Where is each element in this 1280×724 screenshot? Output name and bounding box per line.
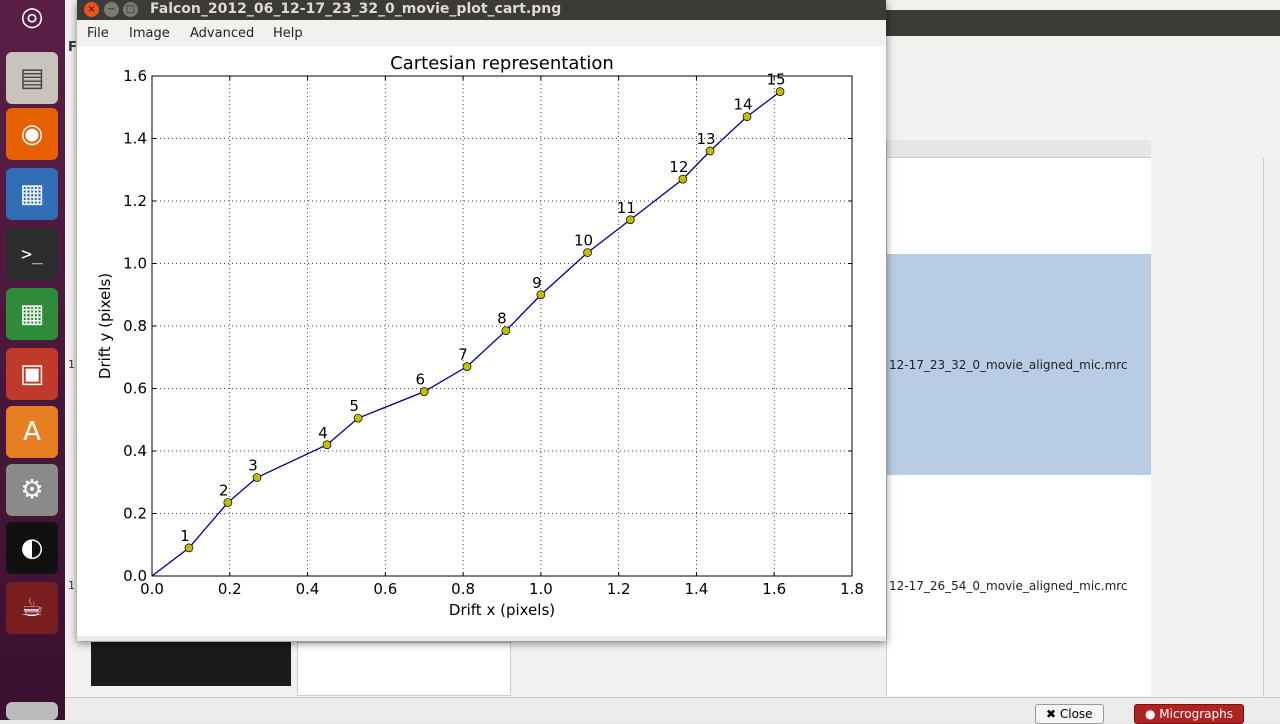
terminal-icon[interactable]: >_ [6, 228, 58, 280]
drift-point-label: 4 [318, 424, 328, 442]
y-tick-label: 0.2 [123, 505, 147, 523]
window-title: Falcon_2012_06_12-17_23_32_0_movie_plot_… [150, 1, 562, 17]
drift-point-label: 11 [617, 199, 636, 217]
x-tick-label: 0.8 [451, 580, 475, 598]
drift-point-marker [223, 498, 233, 507]
drift-point-marker [705, 146, 715, 156]
drift-point-marker [252, 473, 262, 482]
micrographs-icon: ● [1145, 707, 1160, 721]
drift-point-marker [322, 440, 332, 450]
x-axis-label: Drift x (pixels) [449, 601, 555, 619]
menu-advanced[interactable]: Advanced [190, 26, 254, 41]
menu-help[interactable]: Help [273, 26, 303, 41]
drift-point-label: 12 [669, 158, 688, 176]
axis-ticks: 0.0 0.2 0.4 0.6 0.8 1.0 1.2 1.4 1.6 1.80.00.20.40… [123, 67, 864, 598]
menu-image[interactable]: Image [129, 26, 170, 41]
drift-point-label: 2 [219, 482, 229, 500]
menu-bar: File Image Advanced Help [77, 20, 886, 46]
table-cell: 12-17_26_54_0_movie_aligned_mic.mrc [889, 579, 1128, 593]
plot-thumbnail[interactable] [297, 642, 511, 696]
x-tick-label: 1.2 [607, 580, 631, 598]
drift-point-marker [775, 87, 785, 96]
drift-point-label: 13 [697, 130, 716, 148]
y-tick-label: 0.0 [123, 567, 147, 585]
y-tick-label: 1.0 [123, 255, 147, 273]
software-center-icon[interactable]: A [6, 406, 58, 458]
table-cell: 12-17_23_32_0_movie_aligned_mic.mrc [889, 358, 1128, 372]
system-settings-icon[interactable]: ⚙ [6, 464, 58, 516]
y-tick-label: 1.2 [123, 192, 147, 210]
x-tick-label: 0.4 [296, 580, 320, 598]
y-axis-label: Drift y (pixels) [96, 273, 114, 379]
y-tick-label: 1.4 [123, 130, 147, 148]
drift-point-marker [625, 215, 635, 225]
y-tick-label: 0.8 [123, 317, 147, 335]
java-icon[interactable]: ☕ [6, 582, 58, 634]
close-button[interactable]: ✖ Close [1035, 704, 1104, 724]
window-bottom-edge [77, 636, 886, 641]
drift-point-marker [419, 387, 429, 396]
window-titlebar[interactable]: × − □ Falcon_2012_06_12-17_23_32_0_movie… [77, 0, 886, 20]
background-row-number: 1 [68, 358, 75, 371]
drift-point-marker [742, 112, 752, 121]
x-tick-label: 1.8 [840, 580, 864, 598]
drift-point-label: 7 [458, 346, 468, 364]
close-icon: ✖ [1046, 707, 1060, 721]
writer-icon[interactable]: ▦ [6, 168, 58, 220]
drift-points: 123456789101112131415 [180, 71, 786, 553]
trash-icon[interactable] [6, 702, 58, 720]
ubuntu-launcher: ◎ ▤ ◉ ▦ >_ ▦ ▣ A ⚙ ◐ ☕ [0, 0, 66, 720]
background-bottom-bar: ✖ Close ● Micrographs [65, 697, 1280, 724]
drift-point-label: 9 [532, 274, 542, 292]
drift-point-label: 1 [180, 527, 190, 545]
firefox-icon[interactable]: ◉ [6, 108, 58, 160]
background-menu-label: F [68, 40, 77, 55]
drift-point-label: 8 [497, 310, 507, 328]
maximize-window-icon[interactable]: □ [123, 2, 138, 17]
drift-point-marker [583, 248, 592, 257]
drift-point-label: 10 [574, 232, 593, 250]
y-tick-label: 1.6 [123, 67, 147, 85]
micrographs-button[interactable]: ● Micrographs [1134, 704, 1244, 724]
x-tick-label: 1.6 [762, 580, 786, 598]
drift-point-label: 3 [248, 457, 258, 475]
drift-point-label: 14 [733, 96, 752, 114]
drift-chart: 0.0 0.2 0.4 0.6 0.8 1.0 1.2 1.4 1.6 1.80.00.20.40… [96, 53, 864, 619]
files-icon[interactable]: ▤ [6, 52, 58, 104]
y-tick-label: 0.6 [123, 380, 147, 398]
x-tick-label: 0.2 [218, 580, 242, 598]
close-window-icon[interactable]: × [84, 2, 99, 17]
table-header [887, 140, 1151, 158]
drift-point-marker [501, 326, 511, 336]
background-row-number: 1 [68, 579, 75, 592]
drift-point-marker [353, 413, 363, 423]
x-tick-label: 1.4 [685, 580, 709, 598]
micrograph-table: 12-17_23_32_0_movie_aligned_mic.mrc 12-1… [886, 140, 1151, 696]
table-scrollbar[interactable] [1263, 158, 1278, 698]
chart-title: Cartesian representation [390, 53, 614, 74]
x-tick-label: 0.6 [373, 580, 397, 598]
impress-icon[interactable]: ▣ [6, 348, 58, 400]
micrograph-thumbnail[interactable] [91, 642, 291, 686]
drift-point-label: 6 [415, 371, 425, 389]
background-dark-bar [885, 10, 1280, 36]
calc-icon[interactable]: ▦ [6, 288, 58, 340]
relion-icon[interactable]: ◐ [6, 522, 58, 574]
y-tick-label: 0.4 [123, 442, 147, 460]
ubuntu-dash-icon[interactable]: ◎ [6, 0, 58, 34]
table-row[interactable]: 12-17_26_54_0_movie_aligned_mic.mrc [887, 475, 1151, 696]
drift-point-marker [462, 362, 472, 371]
x-tick-label: 1.0 [529, 580, 553, 598]
image-viewer-window: × − □ Falcon_2012_06_12-17_23_32_0_movie… [77, 0, 886, 641]
table-row[interactable]: 12-17_23_32_0_movie_aligned_mic.mrc [887, 254, 1151, 475]
minimize-window-icon[interactable]: − [104, 2, 119, 17]
drift-point-marker [536, 290, 546, 300]
drift-point-marker [184, 543, 194, 553]
drift-point-label: 5 [349, 397, 359, 415]
drift-point-label: 15 [767, 71, 786, 89]
drift-point-marker [678, 174, 688, 184]
menu-file[interactable]: File [87, 26, 109, 41]
